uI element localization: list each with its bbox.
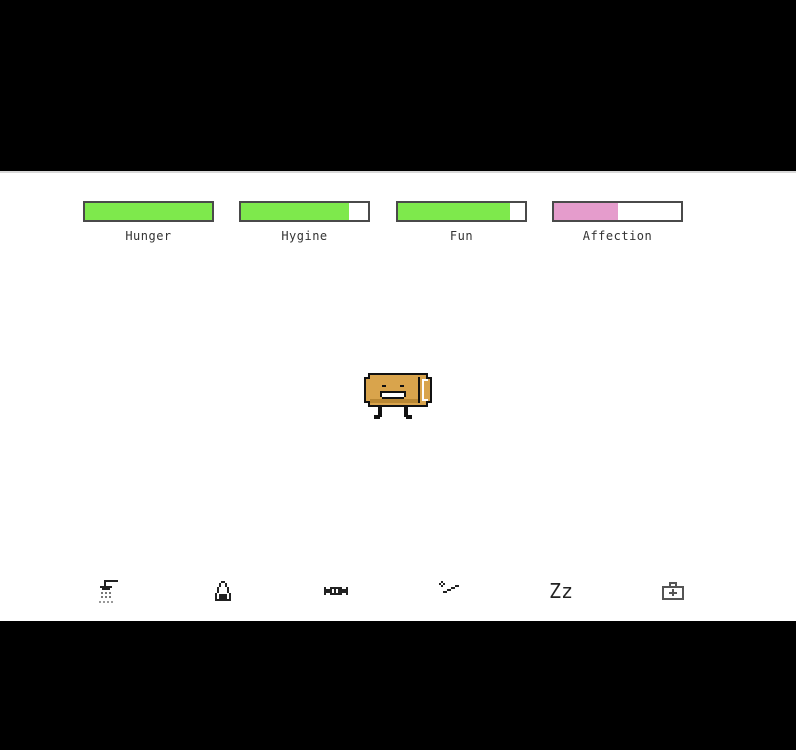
shower-button[interactable]	[94, 576, 124, 606]
stat-bar	[552, 201, 683, 222]
treat-button[interactable]	[321, 576, 351, 606]
stat-label: Affection	[582, 229, 653, 243]
stat-hygine: Hygine	[239, 201, 370, 243]
feed-button[interactable]	[208, 576, 238, 606]
game-screen: Hunger Hygine Fun Affection Zz	[0, 171, 796, 621]
pet-eye	[400, 385, 404, 387]
stat-label: Fun	[449, 229, 474, 243]
medkit-icon	[662, 582, 684, 600]
action-toolbar: Zz	[0, 576, 796, 606]
pet-mouth	[380, 391, 406, 393]
stat-label: Hunger	[125, 229, 172, 243]
stat-fill	[554, 203, 618, 220]
zz-icon: Zz	[548, 579, 574, 603]
stat-bar	[239, 201, 370, 222]
stat-fill	[398, 203, 510, 220]
stat-fill	[85, 203, 212, 220]
medicine-button[interactable]	[658, 576, 688, 606]
stat-fill	[241, 203, 349, 220]
pet-sprite[interactable]	[362, 371, 434, 423]
play-button[interactable]	[435, 576, 465, 606]
stat-fun: Fun	[396, 201, 527, 243]
sleep-button[interactable]: Zz	[546, 576, 576, 606]
stats-panel: Hunger Hygine Fun Affection	[0, 201, 796, 251]
stat-hunger: Hunger	[83, 201, 214, 243]
stat-bar	[396, 201, 527, 222]
stat-affection: Affection	[552, 201, 683, 243]
stat-label: Hygine	[281, 229, 328, 243]
candy-icon	[324, 587, 348, 595]
onigiri-icon	[215, 581, 231, 601]
shower-icon	[99, 580, 118, 603]
wand-icon	[439, 581, 459, 593]
pet-eye	[382, 385, 386, 387]
stat-bar	[83, 201, 214, 222]
